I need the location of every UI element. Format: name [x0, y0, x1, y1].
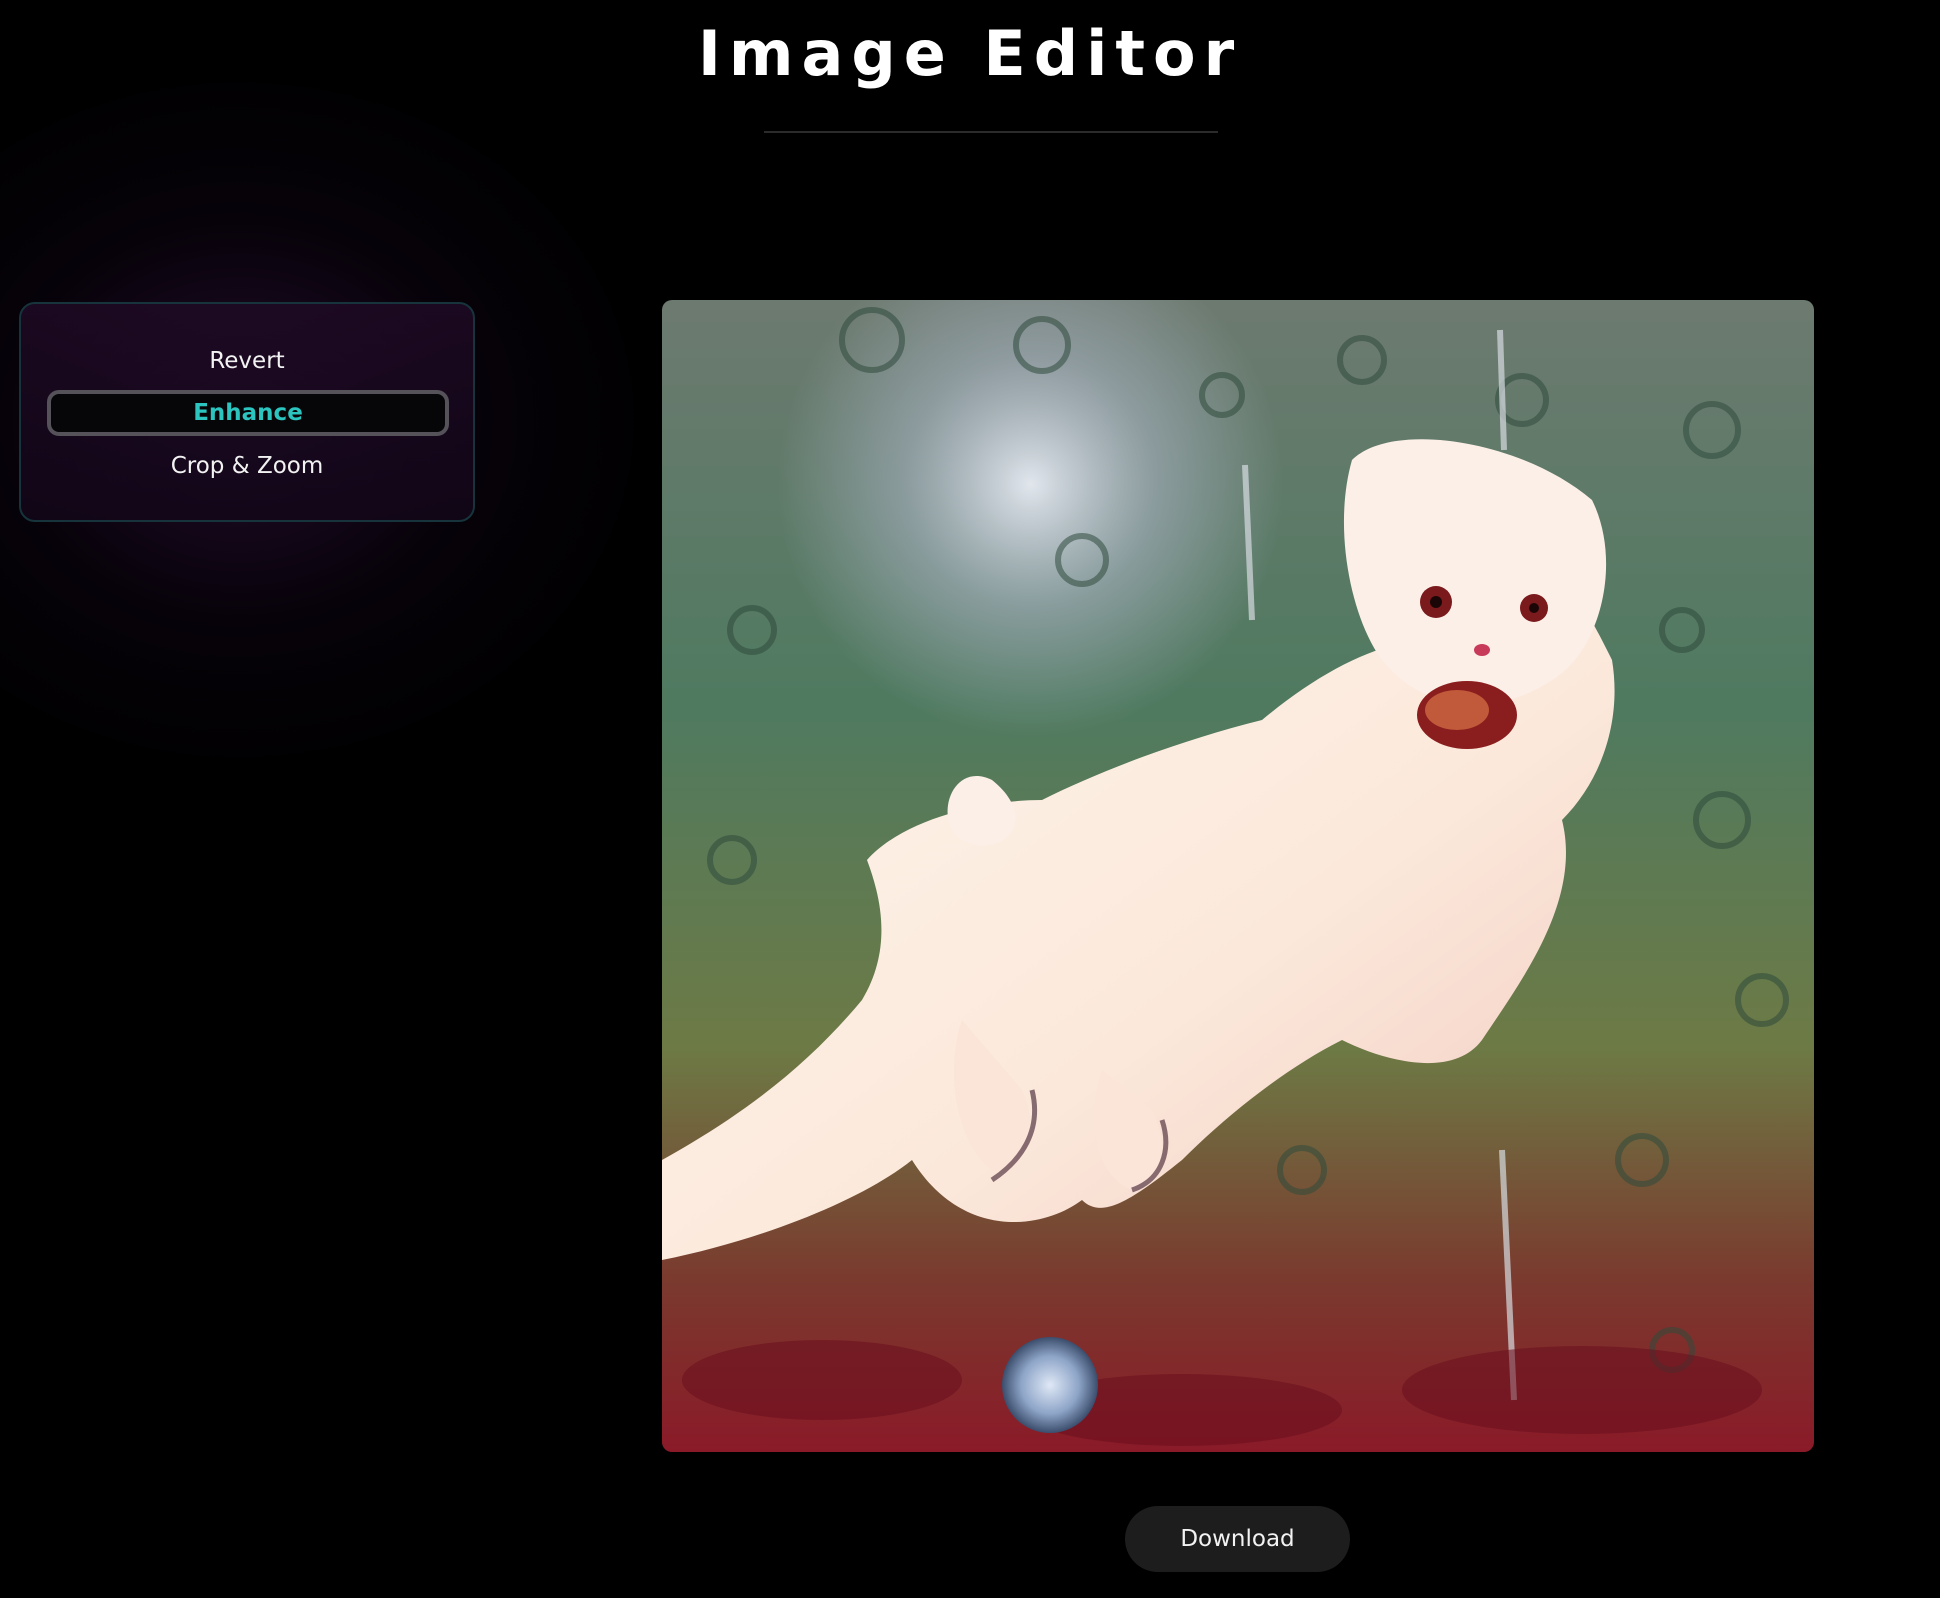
- download-button[interactable]: Download: [1125, 1506, 1350, 1572]
- page-title: Image Editor: [697, 17, 1243, 90]
- revert-button[interactable]: Revert: [21, 344, 473, 378]
- image-canvas[interactable]: [662, 300, 1814, 1452]
- crop-zoom-button[interactable]: Crop & Zoom: [21, 449, 473, 483]
- enhance-button[interactable]: Enhance: [47, 390, 449, 436]
- title-divider: [764, 131, 1218, 133]
- edited-image: [662, 300, 1814, 1452]
- tool-menu: Revert Enhance Crop & Zoom: [19, 302, 475, 522]
